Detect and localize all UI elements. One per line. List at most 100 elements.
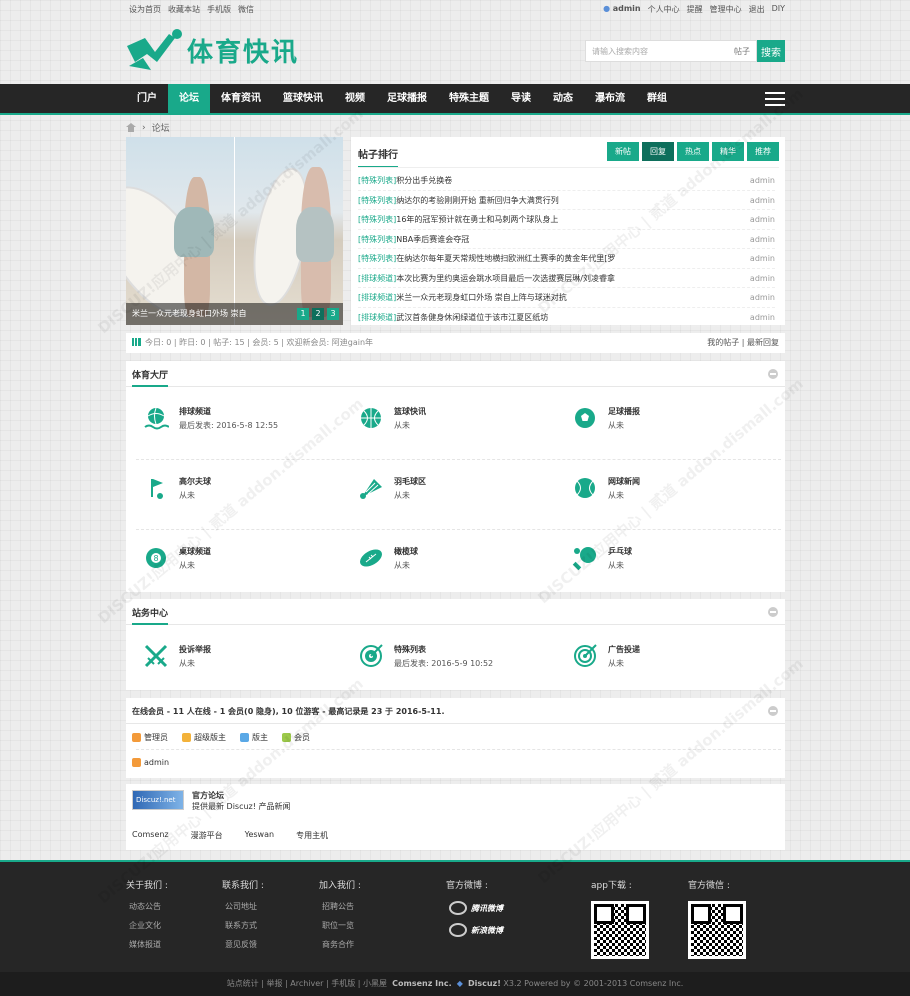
footer-link[interactable]: 公司地址 — [222, 901, 264, 912]
forum-golf[interactable]: 高尔夫球 从未 — [143, 475, 211, 501]
nav-football[interactable]: 足球播报 — [376, 84, 438, 113]
search-button[interactable]: 搜索 — [757, 40, 785, 62]
forum-name[interactable]: 桌球频道 — [179, 546, 211, 557]
footer-link[interactable]: 企业文化 — [126, 920, 168, 931]
tab-hot[interactable]: 热点 — [677, 142, 709, 161]
nav-special[interactable]: 特殊主题 — [438, 84, 500, 113]
forum-basketball[interactable]: 篮球快讯 从未 — [358, 405, 426, 431]
forum-name[interactable]: 羽毛球区 — [394, 476, 426, 487]
forum-tennis[interactable]: 网球新闻 从未 — [572, 475, 640, 501]
footer-link[interactable]: 商务合作 — [319, 939, 361, 950]
item-category[interactable]: [特殊列表] — [358, 176, 396, 185]
item-title[interactable]: 米兰一众元老现身虹口外场 崇自上阵与球迷对抗 — [396, 293, 567, 302]
forum-dartboard[interactable]: 广告投递 从未 — [572, 643, 640, 669]
collapse-icon[interactable] — [768, 706, 778, 716]
nav-portal[interactable]: 门户 — [126, 84, 168, 113]
tab-new[interactable]: 新帖 — [607, 142, 639, 161]
item-title[interactable]: NBA季后赛谁会夺冠 — [396, 235, 469, 244]
tab-reply[interactable]: 回复 — [642, 142, 674, 161]
search-scope[interactable]: 帖子 — [734, 46, 750, 57]
item-category[interactable]: [特殊列表] — [358, 235, 396, 244]
forum-volleyball[interactable]: 排球频道 最后发表: 2016-5-8 12:55 — [143, 405, 278, 431]
forum-pingpong[interactable]: 乒乓球 从未 — [572, 545, 632, 571]
ranking-item[interactable]: [特殊列表]NBA季后赛谁会夺冠 admin — [358, 230, 775, 249]
collapse-icon[interactable] — [768, 607, 778, 617]
footer-link[interactable]: 媒体报道 — [126, 939, 168, 950]
link-manyou[interactable]: 漫游平台 — [191, 830, 223, 841]
forum-football[interactable]: 足球播报 从未 — [572, 405, 640, 431]
tab-digest[interactable]: 精华 — [712, 142, 744, 161]
nav-video[interactable]: 视频 — [334, 84, 376, 113]
item-author[interactable]: admin — [750, 269, 775, 288]
item-author[interactable]: admin — [750, 308, 775, 327]
slider-dot[interactable]: 1 — [297, 308, 309, 320]
forum-name[interactable]: 广告投递 — [608, 644, 640, 655]
wechat-link[interactable]: 微信 — [238, 4, 254, 15]
item-author[interactable]: admin — [750, 288, 775, 307]
item-title[interactable]: 积分出手兑换卷 — [396, 176, 452, 185]
nav-forum[interactable]: 论坛 — [168, 84, 210, 113]
ranking-item[interactable]: [特殊列表]16年的冠军预计就在勇士和马刺两个球队身上 admin — [358, 210, 775, 230]
nav-groups[interactable]: 群组 — [636, 84, 678, 113]
nav-feed[interactable]: 动态 — [542, 84, 584, 113]
official-forum-link[interactable]: 官方论坛 — [192, 790, 291, 801]
tab-recommend[interactable]: 推荐 — [747, 142, 779, 161]
item-title[interactable]: 纳达尔的考验刚刚开始 重新回归争大满贯行列 — [396, 196, 559, 205]
bottom-links[interactable]: 站点统计 | 举报 | Archiver | 手机版 | 小黑屋 — [227, 979, 387, 988]
forum-crossed-swords[interactable]: 投诉举报 从未 — [143, 643, 211, 669]
forum-name[interactable]: 乒乓球 — [608, 546, 632, 557]
item-author[interactable]: admin — [750, 171, 775, 190]
link-yeswan[interactable]: Yeswan — [245, 830, 274, 841]
forum-rugby[interactable]: 橄榄球 从未 — [358, 545, 418, 571]
forum-name[interactable]: 网球新闻 — [608, 476, 640, 487]
item-author[interactable]: admin — [750, 230, 775, 249]
my-posts-links[interactable]: 我的帖子 | 最新回复 — [707, 333, 779, 353]
profile-link[interactable]: 个人中心 — [648, 4, 680, 15]
footer-link[interactable]: 动态公告 — [126, 901, 168, 912]
item-category[interactable]: [特殊列表] — [358, 254, 396, 263]
forum-name[interactable]: 排球频道 — [179, 406, 278, 417]
image-slider[interactable]: 米兰一众元老现身虹口外场 崇自 1 2 3 — [126, 137, 343, 325]
link-comsenz[interactable]: Comsenz — [132, 830, 169, 841]
item-category[interactable]: [排球频道] — [358, 313, 396, 322]
item-category[interactable]: [特殊列表] — [358, 196, 396, 205]
nav-basketball[interactable]: 篮球快讯 — [272, 84, 334, 113]
forum-shuttlecock[interactable]: 羽毛球区 从未 — [358, 475, 426, 501]
ranking-item[interactable]: [特殊列表]在纳达尔每年夏天常规性地横扫欧洲红土赛季的黄金年代里[罗 admin — [358, 249, 775, 269]
logout-link[interactable]: 退出 — [749, 4, 765, 15]
slider-dot[interactable]: 3 — [327, 308, 339, 320]
forum-billiards[interactable]: 8 桌球频道 从未 — [143, 545, 211, 571]
forum-name[interactable]: 投诉举报 — [179, 644, 211, 655]
nav-guide[interactable]: 导读 — [500, 84, 542, 113]
item-author[interactable]: admin — [750, 210, 775, 229]
site-logo[interactable]: 体育快讯 — [125, 28, 299, 72]
ranking-item[interactable]: [排球频道]米兰一众元老现身虹口外场 崇自上阵与球迷对抗 admin — [358, 288, 775, 308]
discuz-logo[interactable]: Discuz!.net — [132, 790, 184, 810]
item-author[interactable]: admin — [750, 191, 775, 210]
nav-sports-news[interactable]: 体育资讯 — [210, 84, 272, 113]
forum-name[interactable]: 篮球快讯 — [394, 406, 426, 417]
user-link[interactable]: ● admin — [603, 4, 640, 15]
forum-target[interactable]: 特殊列表 最后发表: 2016-5-9 10:52 — [358, 643, 493, 669]
search-input[interactable]: 请输入搜索内容 帖子 — [585, 40, 757, 62]
link-hosting[interactable]: 专用主机 — [296, 830, 328, 841]
item-category[interactable]: [特殊列表] — [358, 215, 396, 224]
ranking-item[interactable]: [排球频道]本次比赛为里约奥运会跳水项目最后一次选拔赛层琳/刘凌睿拿 admin — [358, 269, 775, 288]
online-user[interactable]: admin — [132, 758, 169, 767]
item-title[interactable]: 本次比赛为里约奥运会跳水项目最后一次选拔赛层琳/刘凌睿拿 — [396, 274, 615, 283]
item-category[interactable]: [排球频道] — [358, 274, 396, 283]
bookmark-link[interactable]: 收藏本站 — [168, 4, 200, 15]
item-title[interactable]: 16年的冠军预计就在勇士和马刺两个球队身上 — [396, 215, 558, 224]
footer-link[interactable]: 招聘公告 — [319, 901, 361, 912]
forum-name[interactable]: 足球播报 — [608, 406, 640, 417]
forum-name[interactable]: 高尔夫球 — [179, 476, 211, 487]
sina-weibo-link[interactable]: 新浪微博 — [446, 923, 503, 937]
footer-link[interactable]: 意见反馈 — [222, 939, 264, 950]
diy-link[interactable]: DIY — [772, 4, 785, 15]
ranking-item[interactable]: [特殊列表]纳达尔的考验刚刚开始 重新回归争大满贯行列 admin — [358, 191, 775, 210]
breadcrumb-forum[interactable]: 论坛 — [152, 121, 170, 134]
tencent-weibo-link[interactable]: 腾讯微博 — [446, 901, 503, 915]
footer-link[interactable]: 联系方式 — [222, 920, 264, 931]
ranking-item[interactable]: [特殊列表]积分出手兑换卷 admin — [358, 171, 775, 191]
nav-waterfall[interactable]: 瀑布流 — [584, 84, 636, 113]
